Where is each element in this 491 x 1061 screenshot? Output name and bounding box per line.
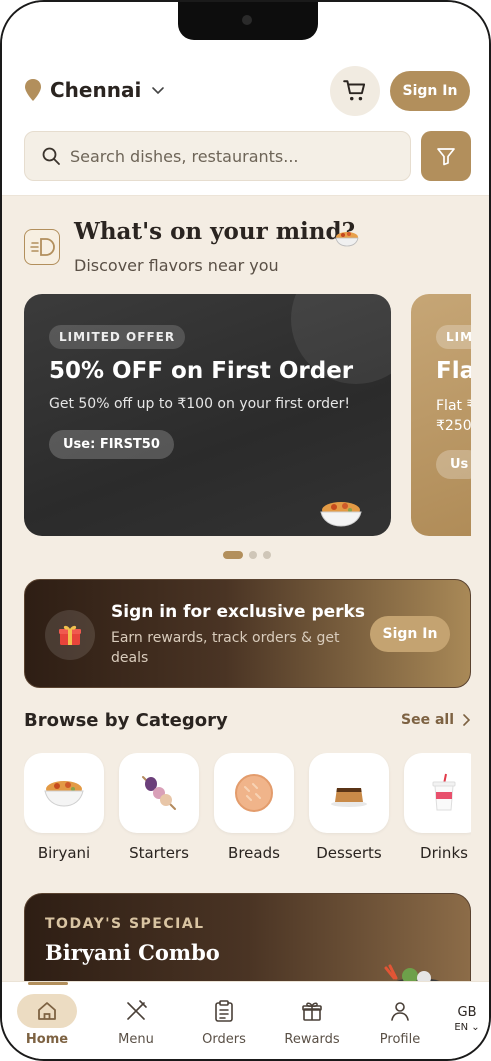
nav-label: Menu — [118, 1032, 154, 1047]
location-pin-icon — [25, 79, 41, 101]
drink-icon — [432, 773, 456, 811]
category-biryani[interactable]: Biryani — [24, 753, 104, 862]
category-label: Desserts — [316, 844, 382, 862]
nav-icon-wrap — [194, 994, 254, 1028]
offer-badge: LIM — [436, 325, 471, 349]
category-starters[interactable]: Starters — [119, 753, 199, 862]
offer-description: Flat ₹ ₹250 — [436, 396, 471, 436]
bread-icon — [235, 774, 273, 812]
nav-label: Home — [25, 1032, 69, 1047]
offer-description-line: Flat ₹ — [436, 398, 471, 414]
carousel-dot[interactable] — [249, 551, 257, 559]
special-label: TODAY'S SPECIAL — [45, 916, 205, 932]
category-label: Breads — [228, 844, 280, 862]
chevron-down-icon — [152, 87, 165, 95]
category-tile — [309, 753, 389, 833]
see-all-link[interactable]: See all — [401, 712, 470, 728]
language-selector[interactable]: GB EN ⌄ — [449, 1005, 485, 1033]
offer-card-next[interactable]: LIM Fla Flat ₹ ₹250 Us — [411, 294, 471, 536]
clipboard-icon — [215, 1000, 233, 1022]
gift-badge — [45, 610, 95, 660]
biryani-icon — [44, 781, 84, 807]
special-title: Biryani Combo — [45, 940, 220, 965]
search-icon — [42, 147, 60, 165]
nav-label: Orders — [202, 1032, 246, 1047]
notch — [178, 2, 318, 40]
sign-in-button[interactable]: Sign In — [390, 71, 470, 111]
cart-button[interactable] — [330, 66, 380, 116]
perks-title: Sign in for exclusive perks — [111, 602, 365, 622]
category-label: Starters — [129, 844, 189, 862]
offer-description: Get 50% off up to ₹100 on your first ord… — [49, 396, 350, 412]
language-code-label: EN — [454, 1022, 469, 1033]
dish-logo-icon — [30, 238, 55, 256]
perks-sign-in-button[interactable]: Sign In — [370, 616, 450, 652]
search-input[interactable] — [70, 146, 390, 166]
biryani-bowl-icon — [320, 502, 362, 527]
bowl-emoji-icon — [335, 232, 359, 247]
category-breads[interactable]: Breads — [214, 753, 294, 862]
bottom-navigation: Home Menu Orders Rewards Profile — [2, 981, 489, 1059]
filter-icon — [437, 148, 455, 166]
nav-menu[interactable]: Menu — [92, 982, 180, 1052]
category-tile — [214, 753, 294, 833]
section-title: Browse by Category — [24, 710, 228, 731]
mind-subtitle: Discover flavors near you — [74, 256, 279, 275]
category-desserts[interactable]: Desserts — [309, 753, 389, 862]
offer-card[interactable]: LIMITED OFFER 50% OFF on First Order Get… — [24, 294, 391, 536]
home-icon — [38, 1002, 56, 1020]
skewer-icon — [142, 776, 176, 810]
offer-title: Fla — [436, 358, 471, 384]
phone-frame: Chennai Sign In Search dishes, restauran… — [0, 0, 491, 1061]
filter-button[interactable] — [421, 131, 471, 181]
camera-dot — [242, 15, 252, 25]
language-code: EN ⌄ — [454, 1022, 480, 1033]
nav-icon-wrap — [17, 994, 77, 1028]
chevron-right-icon — [463, 714, 470, 726]
cart-icon — [343, 80, 366, 101]
mind-section-icon — [24, 229, 60, 265]
offer-title: 50% OFF on First Order — [49, 358, 354, 384]
mind-title: What's on your mind? — [74, 218, 356, 245]
location-selector[interactable]: Chennai — [24, 78, 165, 102]
carousel-dot-active[interactable] — [223, 551, 243, 559]
category-tile — [119, 753, 199, 833]
see-all-label: See all — [401, 712, 454, 728]
category-tile — [404, 753, 471, 833]
carousel-dot[interactable] — [263, 551, 271, 559]
nav-profile[interactable]: Profile — [356, 982, 444, 1052]
offer-description-line: ₹250 — [436, 418, 471, 434]
offer-badge: LIMITED OFFER — [49, 325, 186, 349]
category-tile — [24, 753, 104, 833]
category-label: Drinks — [420, 844, 468, 862]
category-row: Biryani Starters Breads Desserts Drinks — [24, 753, 471, 873]
nav-icon-wrap — [106, 994, 166, 1028]
gift-icon — [59, 625, 81, 645]
nav-label: Rewards — [284, 1032, 340, 1047]
pudding-icon — [331, 788, 367, 807]
user-icon — [391, 1002, 409, 1021]
nav-orders[interactable]: Orders — [180, 982, 268, 1052]
perks-description: Earn rewards, track orders & get deals — [111, 630, 340, 666]
nav-rewards[interactable]: Rewards — [268, 982, 356, 1052]
perks-banner: Sign in for exclusive perks Earn rewards… — [24, 579, 471, 688]
city-name: Chennai — [50, 78, 142, 102]
category-drinks[interactable]: Drinks — [404, 753, 471, 862]
utensils-icon — [127, 1000, 147, 1020]
gift-icon — [302, 1002, 322, 1021]
language-flag: GB — [457, 1005, 477, 1020]
nav-icon-wrap — [282, 994, 342, 1028]
offer-code-chip[interactable]: Use: FIRST50 — [49, 430, 174, 459]
offer-code-chip[interactable]: Us — [436, 450, 471, 479]
category-label: Biryani — [37, 844, 91, 862]
carousel-indicator — [223, 551, 271, 559]
nav-home[interactable]: Home — [3, 982, 91, 1052]
nav-label: Profile — [379, 1032, 421, 1047]
nav-icon-wrap — [370, 994, 430, 1028]
search-bar[interactable] — [24, 131, 411, 181]
